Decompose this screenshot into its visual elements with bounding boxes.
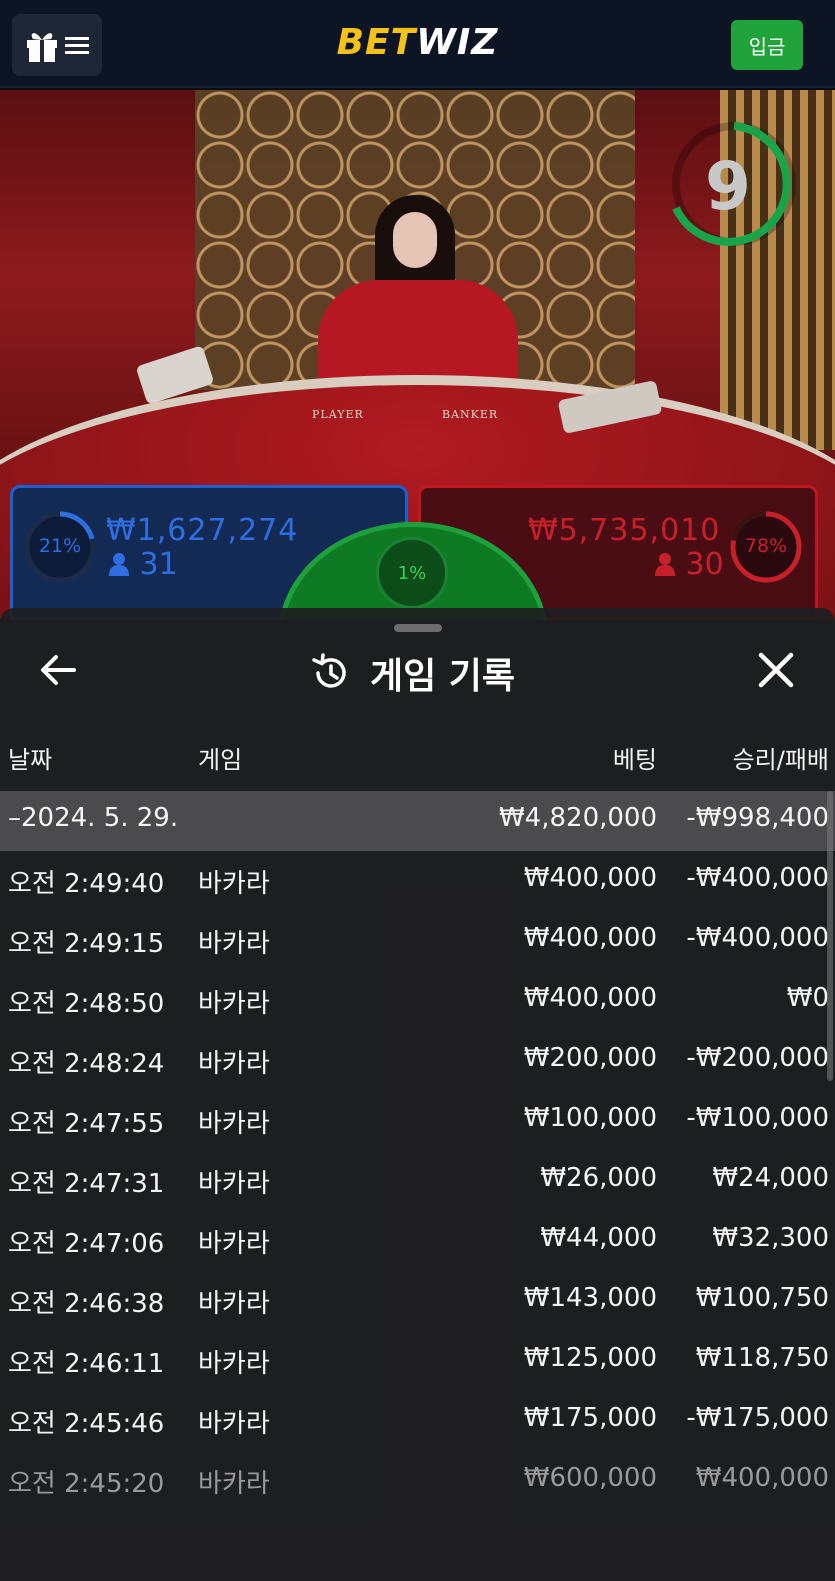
row-bet: ₩125,000 [523,1343,657,1373]
countdown-number: 9 [705,148,751,225]
row-game: 바카라 [198,869,270,899]
row-time: 오전 2:49:15 [8,929,165,959]
row-bet: ₩200,000 [523,1043,657,1073]
row-game: 바카라 [198,989,270,1019]
player-bettor-count: 31 [108,547,178,582]
row-result: -₩400,000 [686,863,829,893]
history-row[interactable]: 오전 2:45:20 바카라 ₩600,000 ₩400,000 [0,1451,835,1511]
row-result: ₩24,000 [712,1163,829,1193]
col-date: 날짜 [8,746,53,774]
history-row[interactable]: 오전 2:48:50 바카라 ₩400,000 ₩0 [0,971,835,1031]
sheet-title: 게임 기록 [310,648,515,698]
banker-count-value: 30 [685,547,724,582]
sheet-title-text: 게임 기록 [370,656,516,697]
row-result: -₩400,000 [686,923,829,953]
arrow-left-icon[interactable] [36,648,80,692]
row-result: ₩118,750 [695,1343,829,1373]
history-row[interactable]: 오전 2:47:55 바카라 ₩100,000 -₩100,000 [0,1091,835,1151]
history-table-header: 날짜 게임 베팅 승리/패배 [0,740,835,780]
row-game: 바카라 [198,929,270,959]
dealer-dress [318,280,518,390]
row-result: -₩100,000 [686,1103,829,1133]
history-row[interactable]: 오전 2:45:46 바카라 ₩175,000 -₩175,000 [0,1391,835,1451]
banker-bet-amount: ₩5,735,010 [528,513,721,548]
history-row[interactable]: 오전 2:46:38 바카라 ₩143,000 ₩100,750 [0,1271,835,1331]
row-game: 바카라 [198,1049,270,1079]
history-row[interactable]: 오전 2:49:40 바카라 ₩400,000 -₩400,000 [0,851,835,911]
top-bar: BETWIZ 입금 [0,0,835,88]
sheet-drag-handle[interactable] [394,624,442,632]
row-result: ₩400,000 [695,1463,829,1493]
row-time: 오전 2:47:31 [8,1169,165,1199]
day-bet-total: ₩4,820,000 [498,803,657,833]
table-banker-label: BANKER [442,408,499,421]
row-result: -₩175,000 [686,1403,829,1433]
game-history-sheet: 게임 기록 날짜 게임 베팅 승리/패배 –2024. 5. 29. ₩4,82… [0,608,835,1581]
col-game: 게임 [198,746,243,774]
table-player-label: PLAYER [312,408,364,421]
row-game: 바카라 [198,1169,270,1199]
row-bet: ₩143,000 [523,1283,657,1313]
row-time: 오전 2:48:24 [8,1049,165,1079]
row-game: 바카라 [198,1289,270,1319]
row-time: 오전 2:45:20 [8,1469,165,1499]
row-bet: ₩400,000 [523,923,657,953]
row-game: 바카라 [198,1349,270,1379]
history-row[interactable]: 오전 2:47:06 바카라 ₩44,000 ₩32,300 [0,1211,835,1271]
row-time: 오전 2:45:46 [8,1409,165,1439]
day-date: –2024. 5. 29. [8,803,179,833]
row-time: 오전 2:47:55 [8,1109,165,1139]
close-icon[interactable] [756,650,796,690]
player-count-value: 31 [139,547,178,582]
history-row[interactable]: 오전 2:46:11 바카라 ₩125,000 ₩118,750 [0,1331,835,1391]
day-summary-row[interactable]: –2024. 5. 29. ₩4,820,000 -₩998,400 [0,791,835,851]
history-row[interactable]: 오전 2:47:31 바카라 ₩26,000 ₩24,000 [0,1151,835,1211]
logo-bet-text: BET [336,22,417,63]
col-bet: 베팅 [612,746,657,774]
history-icon [312,653,346,688]
row-game: 바카라 [198,1469,270,1499]
history-row[interactable]: 오전 2:49:15 바카라 ₩400,000 -₩400,000 [0,911,835,971]
col-result: 승리/패배 [732,746,829,774]
row-time: 오전 2:46:11 [8,1349,165,1379]
player-bet-amount: ₩1,627,274 [106,513,299,548]
day-result-total: -₩998,400 [686,803,829,833]
user-icon [109,553,129,576]
row-game: 바카라 [198,1229,270,1259]
row-bet: ₩100,000 [523,1103,657,1133]
deposit-button[interactable]: 입금 [731,20,803,70]
row-time: 오전 2:47:06 [8,1229,165,1259]
banker-percent: 78% [744,535,788,557]
banker-bettor-count: 30 [654,547,724,582]
row-result: ₩100,750 [695,1283,829,1313]
row-bet: ₩44,000 [540,1223,657,1253]
logo-wiz-text: WIZ [416,22,499,63]
row-bet: ₩400,000 [523,983,657,1013]
user-icon [655,553,675,576]
betwiz-logo[interactable]: BETWIZ [0,22,835,63]
row-time: 오전 2:48:50 [8,989,165,1019]
tie-percent: 1% [376,537,448,609]
row-bet: ₩600,000 [523,1463,657,1493]
dealer-face [393,212,437,268]
row-result: ₩32,300 [712,1223,829,1253]
row-bet: ₩26,000 [540,1163,657,1193]
row-bet: ₩175,000 [523,1403,657,1433]
row-result: ₩0 [786,983,829,1013]
player-percent: 21% [38,535,82,557]
history-scrollbar[interactable] [827,791,833,1081]
history-list: –2024. 5. 29. ₩4,820,000 -₩998,400 오전 2:… [0,791,835,1511]
row-result: -₩200,000 [686,1043,829,1073]
row-game: 바카라 [198,1109,270,1139]
row-bet: ₩400,000 [523,863,657,893]
row-time: 오전 2:46:38 [8,1289,165,1319]
row-game: 바카라 [198,1409,270,1439]
row-time: 오전 2:49:40 [8,869,165,899]
history-row[interactable]: 오전 2:48:24 바카라 ₩200,000 -₩200,000 [0,1031,835,1091]
